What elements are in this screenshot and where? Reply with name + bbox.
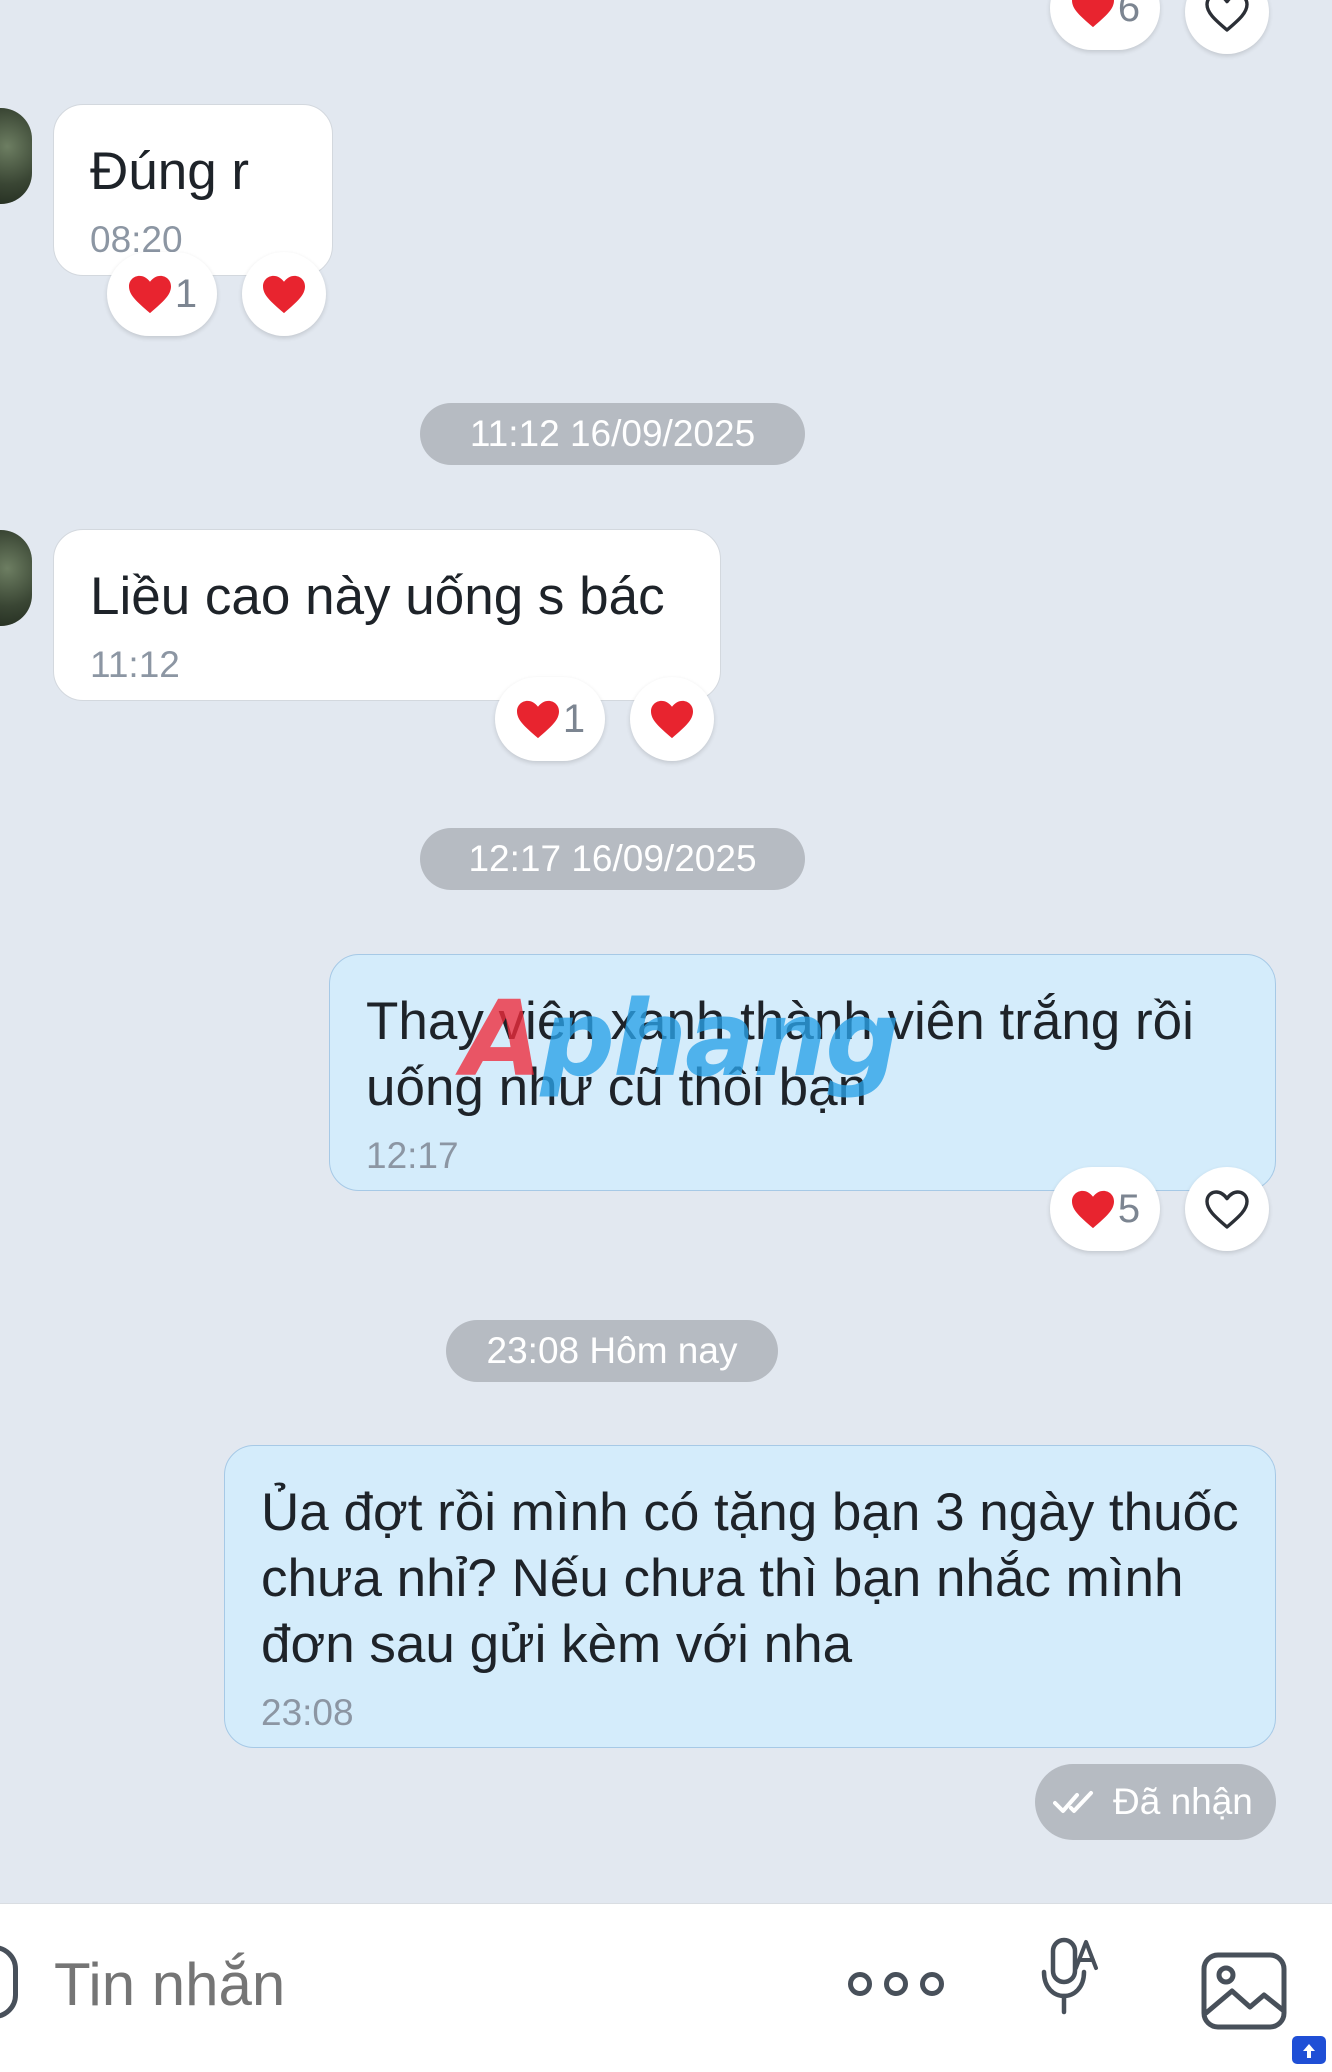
reaction-count: 1 (174, 271, 198, 316)
reaction-count: 6 (1117, 0, 1141, 30)
date-separator: 11:12 16/09/2025 (420, 403, 805, 465)
message-bubble-outgoing[interactable]: Ủa đợt rồi mình có tặng bạn 3 ngày thuốc… (224, 1445, 1276, 1748)
sticker-icon[interactable] (0, 1945, 18, 2019)
message-bubble-incoming[interactable]: Liều cao này uống s bác 11:12 (53, 529, 721, 701)
upload-indicator-icon (1292, 2036, 1326, 2064)
reaction-count-badge[interactable]: 6 (1050, 0, 1160, 50)
reaction-count: 5 (1117, 1186, 1141, 1231)
message-input-bar (0, 1903, 1332, 2072)
message-text: Ủa đợt rồi mình có tặng bạn 3 ngày thuốc… (261, 1483, 1239, 1674)
heart-outline-icon (1205, 0, 1249, 32)
message-text: Liều cao này uống s bác (90, 567, 665, 626)
message-bubble-outgoing[interactable]: Thay viên xanh thành viên trắng rồi uống… (329, 954, 1276, 1191)
more-icon[interactable] (848, 1966, 944, 2002)
heart-filled-icon (651, 700, 693, 739)
sender-avatar[interactable] (0, 108, 32, 204)
heart-filled-icon (516, 700, 559, 739)
react-heart-button[interactable] (242, 252, 326, 336)
reaction-count: 1 (562, 696, 586, 741)
reaction-count-badge[interactable]: 1 (107, 252, 217, 336)
message-text: Thay viên xanh thành viên trắng rồi uống… (366, 992, 1194, 1117)
heart-filled-icon (1071, 1190, 1114, 1229)
sender-avatar[interactable] (0, 530, 32, 626)
heart-filled-icon (263, 275, 305, 314)
reaction-count-badge[interactable]: 1 (495, 677, 605, 761)
heart-filled-icon (1071, 0, 1114, 28)
date-separator: 12:17 16/09/2025 (420, 828, 805, 890)
message-text: Đúng r (90, 142, 250, 201)
date-separator: 23:08 Hôm nay (446, 1320, 778, 1382)
double-check-icon (1053, 1791, 1093, 1813)
heart-filled-icon (128, 275, 171, 314)
reaction-count-badge[interactable]: 5 (1050, 1167, 1160, 1251)
message-bubble-incoming[interactable]: Đúng r 08:20 (53, 104, 333, 276)
message-input[interactable] (52, 1940, 756, 2028)
react-heart-button[interactable] (1185, 0, 1269, 54)
image-icon[interactable] (1200, 1951, 1288, 2031)
react-heart-button[interactable] (630, 677, 714, 761)
voice-to-text-icon[interactable] (1040, 1934, 1102, 2018)
delivery-status-label: Đã nhận (1113, 1781, 1253, 1822)
message-time: 23:08 (261, 1692, 354, 1733)
react-heart-button[interactable] (1185, 1167, 1269, 1251)
delivery-status: Đã nhận (1035, 1764, 1276, 1840)
message-time: 11:12 (90, 644, 180, 685)
message-time: 12:17 (366, 1135, 459, 1176)
heart-outline-icon (1205, 1190, 1249, 1229)
